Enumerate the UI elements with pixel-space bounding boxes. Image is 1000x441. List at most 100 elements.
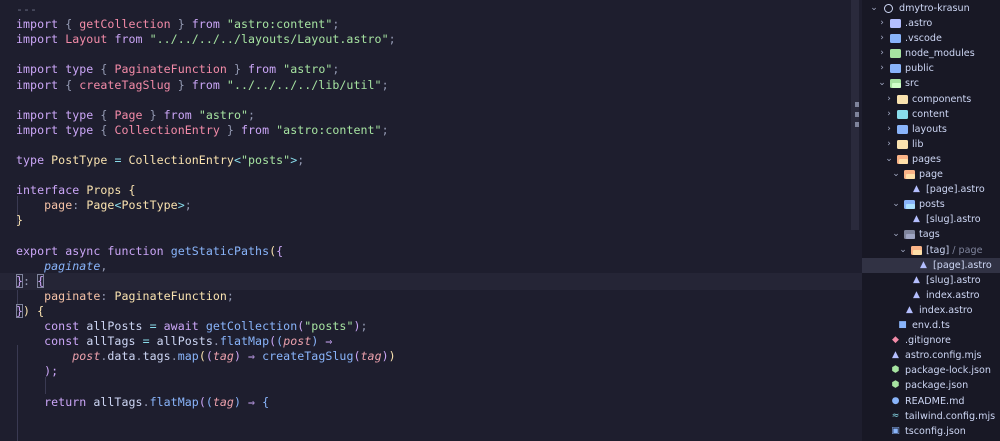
tree-item-label-text: astro.config.mjs xyxy=(905,350,982,362)
code-line[interactable]: import type { CollectionEntry } from "as… xyxy=(16,122,389,139)
tree-folder[interactable]: › node_modules xyxy=(862,46,1000,61)
code-token: import xyxy=(16,107,59,122)
chevron-down-icon[interactable]: ⌄ xyxy=(884,152,894,167)
code-token: async xyxy=(65,243,101,258)
code-token: type xyxy=(65,62,94,77)
chevron-right-icon[interactable]: › xyxy=(877,31,887,46)
code-line[interactable]: return allTags.flatMap((tag) ⇒ { xyxy=(16,394,269,411)
tree-folder[interactable]: › .astro xyxy=(862,16,1000,31)
tree-folder[interactable]: ⌄ page xyxy=(862,167,1000,182)
code-token: getCollection xyxy=(205,319,298,334)
tree-item-label-text: [page].astro xyxy=(933,259,992,271)
code-token: } xyxy=(16,213,24,228)
tree-file[interactable]: ≈ tailwind.config.mjs xyxy=(862,409,1000,424)
chevron-right-icon[interactable]: › xyxy=(884,107,894,122)
tree-file[interactable]: ▲ index.astro xyxy=(862,288,1000,303)
code-token: ; xyxy=(226,288,234,303)
tree-file[interactable]: ◆ .gitignore xyxy=(862,333,1000,348)
code-token: = xyxy=(142,334,150,349)
folder-pages-icon xyxy=(897,154,908,164)
code-line[interactable]: import { createTagSlug } from "../../../… xyxy=(16,77,389,94)
tree-item-label: .astro xyxy=(905,16,932,31)
code-token: createTagSlug xyxy=(79,77,171,92)
chevron-right-icon[interactable]: › xyxy=(877,46,887,61)
tree-item-label-text: .gitignore xyxy=(905,335,951,347)
tree-item-label-suffix: / page xyxy=(949,244,983,256)
tree-folder[interactable]: ⌄ [tag] / page xyxy=(862,243,1000,258)
chevron-down-icon[interactable]: ⌄ xyxy=(891,227,901,242)
code-token: ( xyxy=(353,349,361,364)
tree-root[interactable]: ⌄ dmytro-krasun xyxy=(862,1,1000,16)
tree-item-label-text: [page].astro xyxy=(926,184,985,196)
code-line[interactable]: import Layout from "../../../../layouts/… xyxy=(16,31,396,48)
folder-astro-icon xyxy=(890,19,901,28)
tree-folder[interactable]: ⌄ pages xyxy=(862,152,1000,167)
tree-item-label: README.md xyxy=(905,394,965,409)
code-line[interactable]: } xyxy=(16,212,23,229)
code-token: ) xyxy=(233,394,241,409)
tree-folder[interactable]: › components xyxy=(862,92,1000,107)
tree-folder[interactable]: › content xyxy=(862,107,1000,122)
tree-item-label-text: package.json xyxy=(905,380,969,392)
tree-item-label: package.json xyxy=(905,378,968,393)
tree-item-label-text: src xyxy=(905,78,920,90)
chevron-down-icon[interactable]: ⌄ xyxy=(891,197,901,212)
tree-file[interactable]: ▲ [slug].astro xyxy=(862,212,1000,227)
tree-file[interactable]: ▲ [page].astro xyxy=(862,257,1000,273)
tree-file[interactable]: ● README.md xyxy=(862,394,1000,409)
code-line[interactable]: paginate: PaginateFunction; xyxy=(16,288,234,305)
npm-icon: ⬢ xyxy=(891,365,900,376)
tree-folder[interactable]: ⌄ src xyxy=(862,76,1000,91)
code-line[interactable]: ); xyxy=(16,363,58,380)
chevron-right-icon[interactable]: › xyxy=(884,137,894,152)
code-token: PaginateFunction xyxy=(114,62,227,77)
code-token: ; xyxy=(381,122,389,137)
tree-item-label-text: lib xyxy=(912,138,924,150)
tree-file[interactable]: ▣ tsconfig.json xyxy=(862,424,1000,439)
code-token: { xyxy=(276,243,284,258)
code-line[interactable]: post.data.tags.map((tag) ⇒ createTagSlug… xyxy=(16,348,396,365)
tree-file[interactable]: ■ env.d.ts xyxy=(862,318,1000,333)
code-line[interactable]: page: Page<PostType>; xyxy=(16,197,192,214)
chevron-down-icon[interactable]: ⌄ xyxy=(891,167,901,182)
code-token: createTagSlug xyxy=(262,349,354,364)
code-token: getStaticPaths xyxy=(170,243,270,258)
tree-folder[interactable]: › public xyxy=(862,61,1000,76)
tree-item-label-text: content xyxy=(912,108,949,120)
chevron-right-icon[interactable]: › xyxy=(884,122,894,137)
tree-file[interactable]: ⬢ package.json xyxy=(862,378,1000,393)
code-token: post xyxy=(72,349,101,364)
tree-root-label: dmytro-krasun xyxy=(899,3,970,14)
tree-folder[interactable]: › layouts xyxy=(862,122,1000,137)
chevron-down-icon[interactable]: ⌄ xyxy=(877,76,887,91)
tree-file[interactable]: ⬢ package-lock.json xyxy=(862,363,1000,378)
code-token: ( xyxy=(205,349,213,364)
repo-circle-icon xyxy=(884,4,893,13)
tree-file[interactable]: ▲ index.astro xyxy=(862,303,1000,318)
code-editor[interactable]: --- import { getCollection } from "astro:… xyxy=(0,0,862,441)
folder-pages-icon xyxy=(911,245,922,255)
tree-folder[interactable]: › .vscode xyxy=(862,31,1000,46)
code-token: function xyxy=(107,243,164,258)
code-token: flatMap xyxy=(219,334,270,349)
code-token: import xyxy=(16,17,59,32)
chevron-right-icon[interactable]: › xyxy=(877,16,887,31)
code-token: "../../../../layouts/Layout.astro" xyxy=(149,32,389,47)
tree-folder[interactable]: ⌄ posts xyxy=(862,197,1000,212)
tree-folder[interactable]: ⌄ tags xyxy=(862,227,1000,242)
tree-file[interactable]: ▲ [page].astro xyxy=(862,182,1000,197)
astro-file-icon: ▲ xyxy=(906,304,913,315)
tree-folder[interactable]: › lib xyxy=(862,137,1000,152)
code-token: "posts" xyxy=(240,153,291,167)
chevron-right-icon[interactable]: › xyxy=(884,92,894,107)
chevron-right-icon[interactable]: › xyxy=(877,61,887,76)
tree-file[interactable]: ▲ astro.config.mjs xyxy=(862,348,1000,363)
tree-file[interactable]: ▲ [slug].astro xyxy=(862,273,1000,288)
chevron-down-icon[interactable]: ⌄ xyxy=(898,243,908,258)
code-line[interactable]: type PostType = CollectionEntry<"posts">… xyxy=(16,152,304,169)
